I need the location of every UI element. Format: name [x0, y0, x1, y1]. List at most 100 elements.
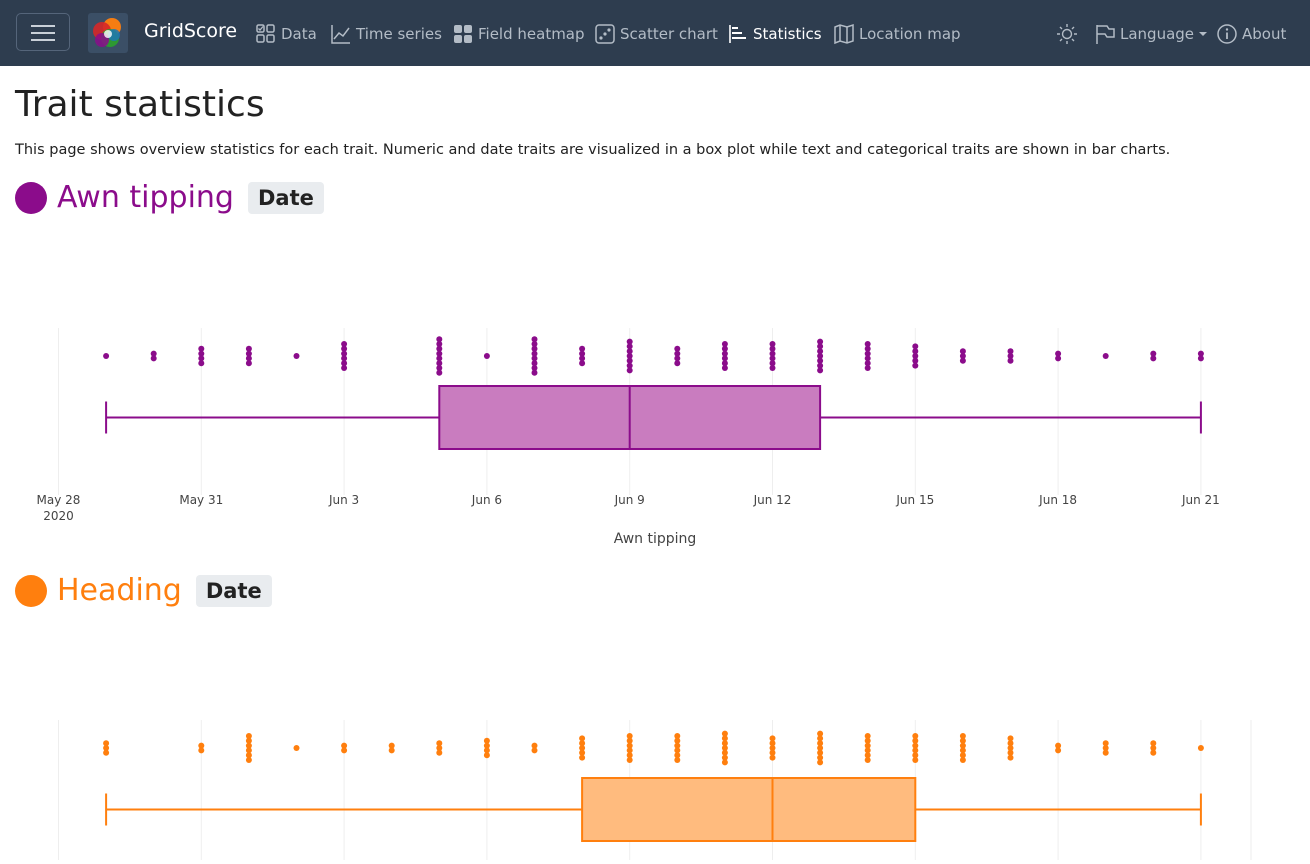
nav-time-series-label: Time series — [356, 25, 442, 43]
x-tick-label: Jun 9 — [614, 493, 645, 507]
data-point — [1102, 353, 1109, 359]
x-tick-label: Jun 3 — [328, 493, 359, 507]
data-point — [817, 759, 824, 766]
data-point — [769, 365, 776, 371]
nav-data-label: Data — [281, 25, 317, 43]
hamburger-line — [31, 39, 55, 41]
brand-name[interactable]: GridScore — [144, 20, 237, 42]
data-point — [864, 757, 871, 763]
page-title: Trait statistics — [15, 84, 265, 125]
grid-check-icon — [256, 24, 275, 43]
data-point — [436, 749, 443, 756]
nav-scatter-chart-label: Scatter chart — [620, 25, 718, 43]
box-iqr — [581, 777, 917, 842]
app-logo[interactable] — [88, 13, 128, 53]
data-point — [579, 754, 586, 761]
data-point — [1197, 355, 1204, 362]
flag-icon — [1096, 25, 1115, 44]
data-point — [864, 365, 871, 371]
x-tick-label: Jun 21 — [1181, 493, 1220, 507]
data-point — [293, 353, 300, 359]
awn-tipping-boxplot-svg: May 28 2020 May 31 Jun 3 Jun 6 Jun 9 Jun 12 Jun… — [37, 328, 1220, 547]
x-tick-label: Jun 18 — [1038, 493, 1077, 507]
nav-location-map[interactable]: Location map — [833, 23, 961, 45]
data-point — [959, 357, 966, 364]
data-point — [103, 749, 110, 756]
hamburger-line — [31, 25, 55, 27]
data-point — [1007, 754, 1014, 761]
page-intro: This page shows overview statistics for … — [15, 142, 1171, 158]
x-tick-label: Jun 6 — [471, 493, 502, 507]
data-point — [150, 355, 157, 362]
data-point — [1102, 749, 1109, 756]
data-point — [293, 745, 300, 751]
data-point — [1197, 745, 1204, 751]
nav-time-series[interactable]: Time series — [330, 23, 442, 45]
menu-toggle-button[interactable] — [16, 13, 70, 51]
x-tick-label: 2020 — [43, 509, 74, 523]
data-point — [912, 757, 919, 763]
trait-name: Awn tipping — [57, 180, 234, 215]
data-point — [245, 360, 252, 367]
trait-type-badge: Date — [247, 181, 324, 214]
language-dropdown[interactable]: Language — [1094, 23, 1208, 45]
trait-type-badge: Date — [195, 574, 272, 607]
data-point — [1150, 355, 1157, 362]
scatter-icon — [595, 24, 615, 44]
data-point — [531, 369, 538, 376]
trait-name: Heading — [57, 573, 182, 608]
nav-statistics[interactable]: Statistics — [727, 23, 822, 45]
trait-heading-awn-tipping: Awn tipping Date — [15, 180, 324, 215]
heading-boxplot-svg — [58, 720, 1252, 860]
data-point — [959, 757, 966, 763]
data-point — [674, 360, 681, 367]
data-point — [1007, 357, 1014, 364]
x-tick-label: Jun 15 — [895, 493, 934, 507]
hamburger-line — [31, 32, 55, 34]
x-axis-title: Awn tipping — [614, 531, 697, 547]
info-icon — [1217, 24, 1237, 44]
data-point — [626, 757, 633, 763]
grid-icon — [454, 25, 472, 43]
data-point — [721, 759, 728, 766]
nav-scatter-chart[interactable]: Scatter chart — [594, 23, 718, 45]
data-point — [341, 747, 348, 754]
theme-toggle[interactable] — [1056, 23, 1078, 45]
data-point — [817, 367, 824, 374]
data-point — [198, 360, 205, 367]
bar-statistics-icon — [729, 25, 746, 43]
data-point — [626, 367, 633, 374]
x-tick-label: May 28 — [37, 493, 81, 507]
trait-color-dot — [15, 574, 47, 607]
data-point — [436, 369, 443, 376]
data-point — [1055, 355, 1062, 362]
x-tick-label: Jun 12 — [753, 493, 792, 507]
data-point — [483, 752, 490, 759]
data-point — [674, 757, 681, 763]
nav-data[interactable]: Data — [255, 23, 317, 45]
heading-boxplot[interactable] — [0, 712, 1310, 860]
data-point — [341, 365, 348, 371]
awn-tipping-boxplot[interactable]: May 28 2020 May 31 Jun 3 Jun 6 Jun 9 Jun 12 Jun… — [0, 320, 1310, 550]
about-link[interactable]: About — [1216, 23, 1286, 45]
data-point — [245, 757, 252, 763]
data-point — [912, 362, 919, 369]
data-point — [483, 353, 490, 359]
data-point — [1150, 749, 1157, 756]
data-point — [1055, 747, 1062, 754]
about-label: About — [1242, 25, 1287, 43]
map-icon — [834, 23, 854, 45]
chevron-down-icon — [1199, 32, 1208, 36]
trait-heading-heading: Heading Date — [15, 573, 272, 608]
nav-statistics-label: Statistics — [753, 25, 822, 43]
data-point — [769, 754, 776, 761]
sun-icon — [1057, 24, 1077, 44]
data-point — [103, 353, 110, 359]
language-label: Language — [1120, 25, 1195, 43]
line-chart-icon — [331, 25, 350, 44]
nav-field-heatmap[interactable]: Field heatmap — [452, 23, 585, 45]
nav-field-heatmap-label: Field heatmap — [478, 25, 585, 43]
data-point — [721, 365, 728, 371]
data-point — [579, 360, 586, 367]
data-point — [531, 747, 538, 754]
